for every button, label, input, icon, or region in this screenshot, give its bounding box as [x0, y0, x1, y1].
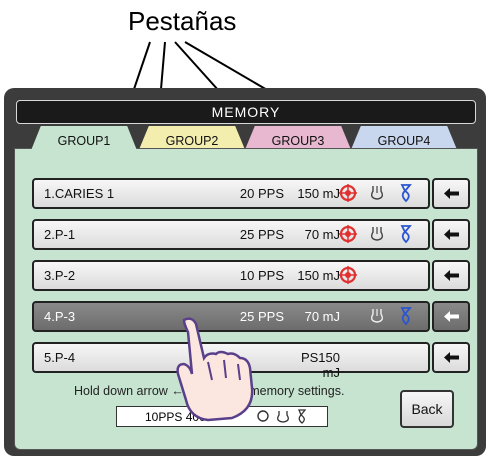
memory-arrow-button[interactable] — [432, 301, 470, 332]
memory-name: 2.P-1 — [44, 227, 76, 242]
left-arrow-icon — [444, 270, 459, 281]
bell-icon — [370, 309, 384, 323]
target-icon — [339, 225, 357, 243]
memory-pps: 25 PPS — [239, 227, 284, 242]
left-arrow-icon — [444, 229, 459, 240]
memory-arrow-button[interactable] — [432, 178, 470, 209]
screen-title: MEMORY — [16, 100, 476, 124]
memory-row[interactable]: 2.P-1 25 PPS 70 mJ — [32, 219, 430, 250]
memory-energy: 70 mJ — [304, 309, 340, 324]
pointing-hand-icon — [176, 317, 254, 422]
memory-row[interactable]: 3.P-2 10 PPS 150 mJ — [32, 260, 430, 291]
tab-group1[interactable]: GROUP1 — [30, 126, 138, 153]
memory-pps: 10 PPS — [239, 268, 284, 283]
back-button[interactable]: Back — [400, 390, 454, 428]
bell-icon — [370, 186, 384, 200]
hint-left: Hold down arrow — [74, 384, 168, 398]
blade-icon — [400, 307, 412, 326]
memory-energy: 150 mJ — [297, 268, 340, 283]
memory-name: 3.P-2 — [44, 268, 76, 283]
memory-name: 4.P-3 — [44, 309, 76, 324]
left-arrow-icon — [444, 188, 459, 199]
memory-arrow-button[interactable] — [432, 342, 470, 373]
target-icon — [339, 184, 357, 202]
bell-icon — [370, 227, 384, 241]
memory-name: 5.P-4 — [44, 350, 76, 365]
left-arrow-icon — [444, 352, 459, 363]
memory-energy: PS150 mJ — [300, 350, 340, 380]
memory-pps: 20 PPS — [239, 186, 284, 201]
memory-arrow-button[interactable] — [432, 219, 470, 250]
memory-energy: 70 mJ — [304, 227, 340, 242]
blade-icon — [400, 184, 412, 203]
memory-energy: 150 mJ — [297, 186, 340, 201]
memory-name: 1.CARIES 1 — [44, 186, 115, 201]
blade-icon — [400, 225, 412, 244]
memory-arrow-button[interactable] — [432, 260, 470, 291]
memory-row[interactable]: 1.CARIES 1 20 PPS 150 mJ — [32, 178, 430, 209]
left-arrow-icon — [444, 311, 459, 322]
target-icon — [339, 266, 357, 284]
